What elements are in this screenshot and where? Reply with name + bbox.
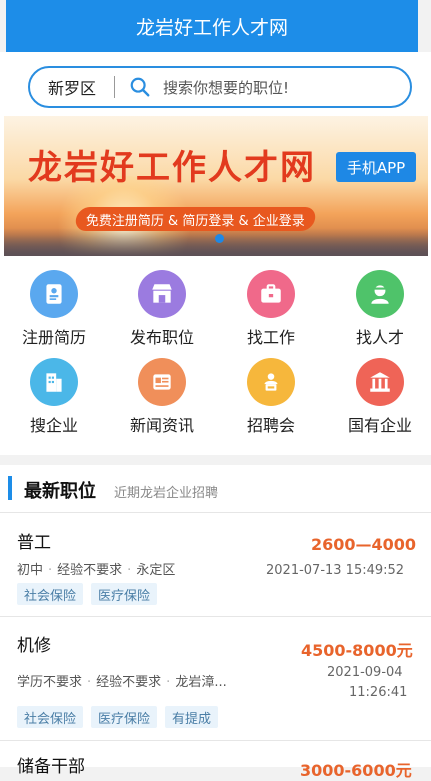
job-post-time: 2021-07-13 15:49:52 xyxy=(266,563,405,578)
job-title[interactable]: 储备干部 xyxy=(17,752,85,777)
app-header: 龙岩好工作人才网 xyxy=(6,0,418,52)
briefcase-icon xyxy=(247,270,295,318)
person-icon xyxy=(356,270,404,318)
section-subtitle: 近期龙岩企业招聘 xyxy=(114,486,219,501)
job-salary: 2600—4000 xyxy=(311,535,417,554)
section-accent-bar xyxy=(8,476,12,500)
menu-state-enterprise[interactable]: 国有企业 xyxy=(330,358,430,436)
region-selector[interactable]: 新罗区 xyxy=(48,75,96,99)
job-tag: 医疗保险 xyxy=(91,706,158,728)
search-bar[interactable]: 新罗区 搜索你想要的职位! xyxy=(28,66,412,108)
job-tag: 社会保险 xyxy=(17,706,84,728)
job-salary: 3000-6000元 xyxy=(300,761,412,780)
job-salary: 4500-8000元 xyxy=(301,641,413,660)
job-tag: 有提成 xyxy=(165,706,219,728)
section-divider xyxy=(0,512,431,513)
job-title[interactable]: 普工 xyxy=(17,528,51,553)
menu-find-job[interactable]: 找工作 xyxy=(221,270,321,348)
menu-label: 新闻资讯 xyxy=(129,416,194,435)
app-download-badge[interactable]: 手机APP xyxy=(336,152,416,182)
menu-label: 找人才 xyxy=(355,328,404,347)
search-icon[interactable] xyxy=(129,76,151,98)
section-title: 最新职位 xyxy=(24,481,96,502)
job-post-date: 2021-09-04 xyxy=(327,665,403,680)
menu-label: 找工作 xyxy=(246,328,295,347)
app-title: 龙岩好工作人才网 xyxy=(135,16,288,39)
resume-icon xyxy=(30,270,78,318)
menu-label: 国有企业 xyxy=(347,416,412,435)
store-icon xyxy=(138,270,186,318)
carousel-indicator[interactable] xyxy=(215,234,224,243)
menu-label: 注册简历 xyxy=(21,328,86,347)
search-divider xyxy=(114,76,116,98)
job-title[interactable]: 机修 xyxy=(17,631,51,656)
menu-find-talent[interactable]: 找人才 xyxy=(330,270,430,348)
job-tag: 医疗保险 xyxy=(91,583,158,605)
menu-label: 搜企业 xyxy=(29,416,78,435)
job-post-clock: 11:26:41 xyxy=(349,685,408,700)
menu-news[interactable]: 新闻资讯 xyxy=(112,358,212,436)
banner-subtitle: 免费注册简历 & 简历登录 & 企业登录 xyxy=(73,207,317,231)
news-icon xyxy=(138,358,186,406)
job-divider xyxy=(0,616,431,617)
job-tag: 社会保险 xyxy=(17,583,84,605)
banner-title: 龙岩好工作人才网 xyxy=(28,148,316,188)
job-meta: 学历不要求 · 经验不要求 · 龙岩漳... xyxy=(17,675,227,690)
job-meta: 初中 · 经验不要求 · 永定区 xyxy=(17,563,176,578)
menu-post-job[interactable]: 发布职位 xyxy=(112,270,212,348)
menu-label: 发布职位 xyxy=(129,328,194,347)
search-input[interactable]: 搜索你想要的职位! xyxy=(163,77,289,98)
job-fair-icon xyxy=(247,358,295,406)
bank-icon xyxy=(356,358,404,406)
job-divider xyxy=(0,740,431,741)
menu-label: 招聘会 xyxy=(246,416,295,435)
menu-job-fair[interactable]: 招聘会 xyxy=(221,358,321,436)
menu-search-company[interactable]: 搜企业 xyxy=(4,358,104,436)
menu-register-resume[interactable]: 注册简历 xyxy=(4,270,104,348)
building-icon xyxy=(30,358,78,406)
